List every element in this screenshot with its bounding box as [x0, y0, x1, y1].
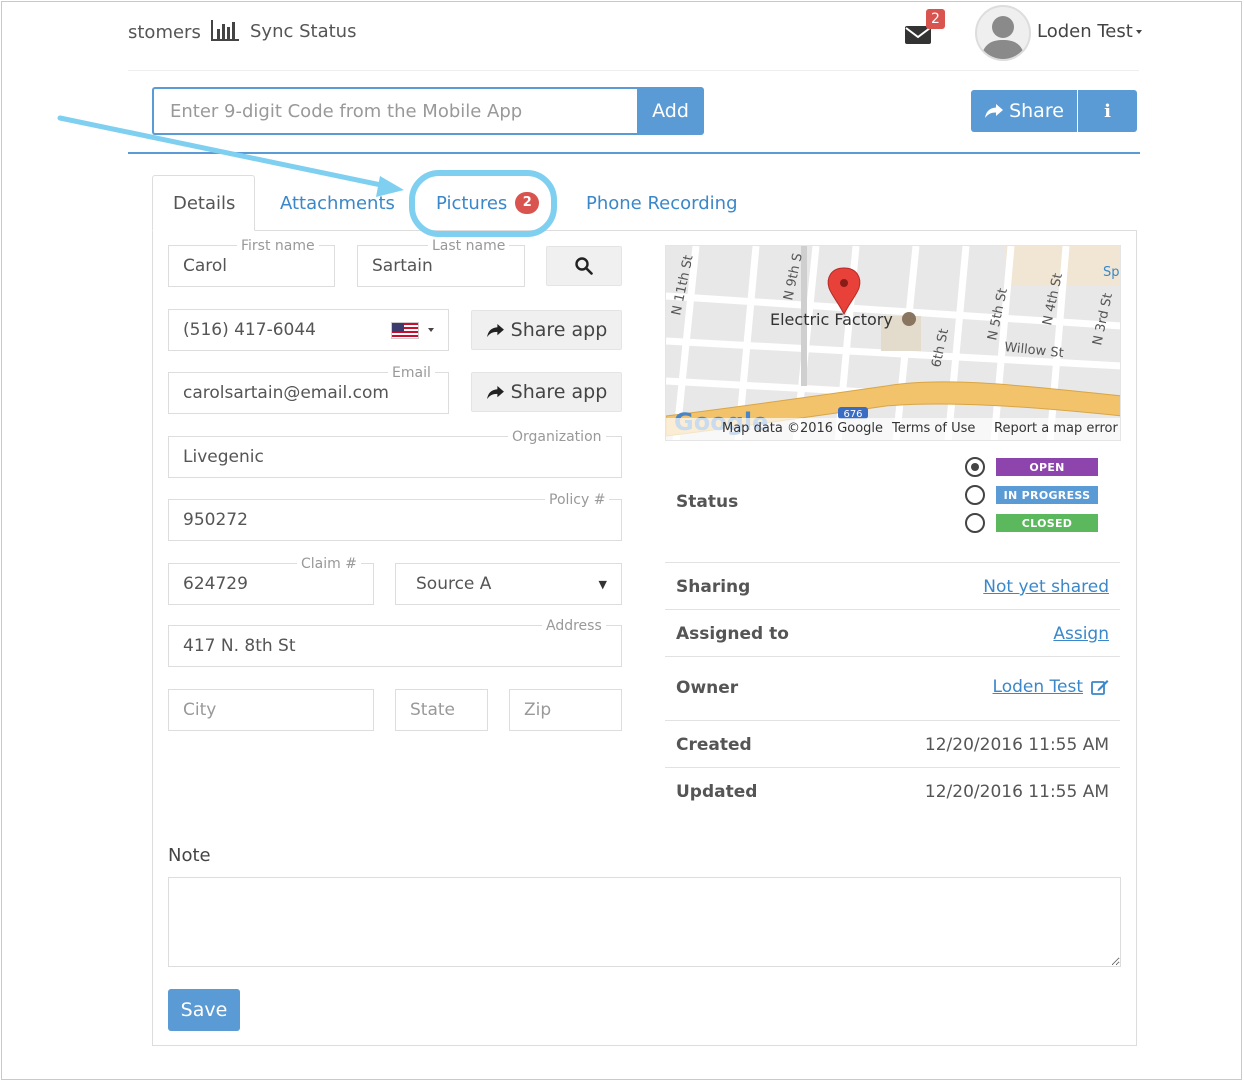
header-rule [128, 152, 1140, 154]
zip-field[interactable]: Zip [509, 689, 622, 731]
owner-label: Owner [676, 678, 739, 698]
status-open-radio[interactable] [965, 457, 985, 477]
nav-sync-status[interactable]: Sync Status [210, 20, 356, 42]
us-flag-icon [391, 321, 419, 339]
created-value: 12/20/2016 11:55 AM [924, 735, 1109, 755]
tab-pictures[interactable]: Pictures 2 [416, 175, 559, 231]
tab-attachments[interactable]: Attachments [260, 175, 415, 231]
source-select[interactable]: Source A ▼ [395, 563, 622, 605]
status-closed-radio[interactable] [965, 513, 985, 533]
email-label: Email [388, 366, 435, 380]
tab-details[interactable]: Details [152, 175, 255, 231]
mobile-code-input[interactable] [152, 87, 638, 135]
assigned-label: Assigned to [676, 624, 789, 644]
row-divider [665, 720, 1120, 721]
created-label: Created [676, 735, 752, 755]
pictures-count-badge: 2 [515, 192, 540, 214]
last-name-label: Last name [428, 239, 510, 253]
map-footer: Map data ©2016 Google Terms of Use Repor… [666, 418, 1120, 440]
map-data-text: Map data ©2016 Google [722, 421, 884, 436]
tab-phone-recording[interactable]: Phone Recording [566, 175, 758, 231]
mail-count-badge: 2 [926, 9, 945, 29]
status-label: Status [676, 492, 739, 512]
share-app-label: Share app [510, 381, 608, 403]
row-divider [665, 562, 1120, 563]
phone-field[interactable]: (516) 417-6044 [168, 309, 449, 351]
country-selector[interactable] [391, 321, 434, 339]
share-arrow-icon [486, 385, 504, 399]
user-silhouette-icon [981, 16, 1025, 59]
status-closed-badge: CLOSED [996, 514, 1098, 532]
user-name-label: Loden Test [1037, 21, 1133, 42]
note-textarea[interactable] [168, 877, 1121, 967]
share-arrow-icon [985, 104, 1004, 118]
share-button[interactable]: Share [971, 90, 1077, 132]
claim-label: Claim # [297, 557, 361, 571]
search-button[interactable] [546, 246, 622, 286]
caret-down-icon [1135, 30, 1142, 34]
source-value: Source A [416, 574, 492, 594]
policy-label: Policy # [545, 493, 610, 507]
note-label: Note [168, 845, 211, 866]
address-label: Address [542, 619, 606, 633]
phone-value: (516) 417-6044 [183, 320, 316, 340]
save-button[interactable]: Save [168, 989, 240, 1031]
city-field[interactable]: City [168, 689, 374, 731]
status-open-badge: OPEN [996, 458, 1098, 476]
edit-icon[interactable] [1091, 679, 1109, 695]
location-map[interactable]: 676 N 11th St N 9th S 6th St N 5th St N … [665, 245, 1121, 441]
info-button[interactable]: i [1078, 90, 1137, 132]
map-terms-link[interactable]: Terms of Use [892, 421, 975, 436]
share-app-label: Share app [510, 319, 608, 341]
sharing-link[interactable]: Not yet shared [900, 577, 1109, 597]
row-divider [665, 656, 1120, 657]
map-report-link[interactable]: Report a map error [994, 421, 1118, 436]
row-divider [665, 609, 1120, 610]
nav-divider [128, 70, 1139, 71]
owner-value[interactable]: Loden Test [900, 677, 1109, 697]
row-divider [665, 767, 1120, 768]
owner-link[interactable]: Loden Test [993, 677, 1083, 697]
bar-chart-icon [211, 20, 239, 41]
caret-down-icon [428, 328, 434, 332]
assign-link[interactable]: Assign [900, 624, 1109, 644]
add-code-button[interactable]: Add [637, 87, 704, 135]
sharing-label: Sharing [676, 577, 751, 597]
share-app-email-button[interactable]: Share app [471, 372, 622, 412]
nav-customers-link[interactable]: stomers [128, 22, 201, 43]
user-menu[interactable]: Loden Test [1037, 21, 1142, 42]
status-in-progress-badge: IN PROGRESS [996, 486, 1098, 504]
share-label: Share [1009, 100, 1064, 122]
dropdown-arrow-icon: ▼ [598, 577, 607, 591]
status-in-progress-radio[interactable] [965, 485, 985, 505]
share-arrow-icon [486, 323, 504, 337]
share-app-phone-button[interactable]: Share app [471, 310, 622, 350]
map-canvas: 676 N 11th St N 9th S 6th St N 5th St N … [666, 246, 1120, 440]
updated-label: Updated [676, 782, 758, 802]
organization-label: Organization [508, 430, 606, 444]
state-field[interactable]: State [395, 689, 488, 731]
nav-sync-label: Sync Status [250, 20, 357, 42]
street-label: Sp [1103, 265, 1120, 280]
tab-pictures-label: Pictures [436, 192, 508, 214]
avatar[interactable] [975, 5, 1031, 61]
search-icon [575, 257, 593, 275]
place-label: Electric Factory [770, 310, 893, 329]
first-name-label: First name [237, 239, 319, 253]
updated-value: 12/20/2016 11:55 AM [924, 782, 1109, 802]
